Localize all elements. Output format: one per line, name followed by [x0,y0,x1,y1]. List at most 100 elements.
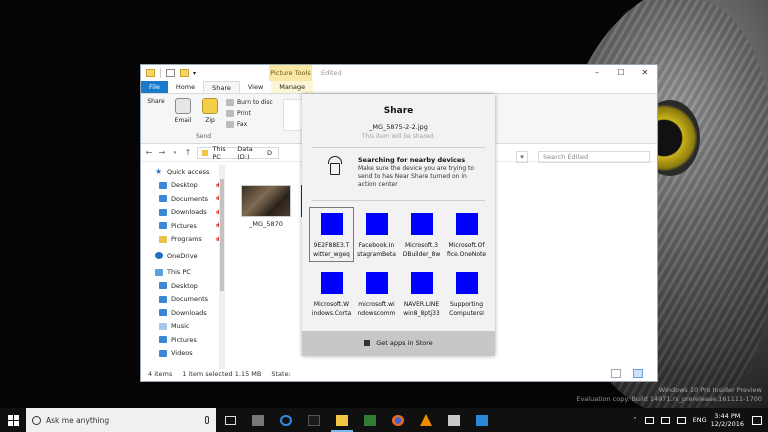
taskbar-app-4[interactable] [440,408,468,432]
printer-icon [226,110,234,117]
email-button[interactable]: Email [171,94,195,143]
documents-folder-icon [159,195,167,203]
nav-item-pc-documents[interactable]: Documents [141,293,227,307]
microphone-icon[interactable] [205,416,209,424]
edge-button[interactable] [272,408,300,432]
near-share-section[interactable]: Searching for nearby devices Make sure t… [328,156,495,188]
send-small-buttons: Burn to disc Print Fax [226,94,273,143]
nav-item-pictures[interactable]: Pictures📌 [141,219,227,233]
address-dropdown-button[interactable]: ▾ [516,151,528,163]
forward-arrow-icon[interactable]: → [157,148,167,157]
file-name-label: _MG_5870 [249,220,283,228]
tab-file[interactable]: File [141,81,168,93]
up-arrow-icon[interactable]: ↑ [183,148,193,157]
share-app-3dbuilder[interactable]: Microsoft.3 DBuilder_8w [399,207,444,262]
share-app-supporting-computers[interactable]: Supporting ComputersI [444,266,489,321]
fax-button[interactable]: Fax [226,119,273,130]
music-icon [159,322,167,330]
back-arrow-icon[interactable]: ← [144,148,154,157]
quick-access-dropdown-icon[interactable]: ▾ [193,70,196,77]
breadcrumb-d[interactable]: D [267,149,272,157]
nav-item-pc-desktop[interactable]: Desktop [141,279,227,293]
burn-to-disc-button[interactable]: Burn to disc [226,97,273,108]
language-indicator[interactable]: ENG [693,416,707,424]
tab-view[interactable]: View [240,81,271,93]
file-explorer-button[interactable] [328,408,356,432]
clock[interactable]: 3:44 PM 12/2/2016 [711,412,744,428]
vlc-button[interactable] [412,408,440,432]
start-button[interactable] [0,408,26,432]
folder-icon[interactable] [146,69,155,77]
zip-icon [202,98,218,114]
tab-home[interactable]: Home [168,81,203,93]
address-bar[interactable]: This PC Data (D:) D [197,145,279,161]
file-item[interactable]: _MG_5870 [241,185,291,228]
tab-manage[interactable]: Manage [271,81,314,93]
network-icon[interactable] [660,416,670,424]
tab-share[interactable]: Share [203,81,240,93]
share-app-windowscomm[interactable]: microsoft.wi ndowscomm [354,266,399,321]
large-icons-view-icon[interactable] [633,369,643,378]
nav-item-label: Videos [171,349,193,358]
clock-time: 3:44 PM [714,412,741,420]
task-view-button[interactable] [216,408,244,432]
taskbar-app-2[interactable] [300,408,328,432]
share-app-cortana[interactable]: Microsoft.W indows.Corta [309,266,354,321]
cortana-search-box[interactable]: Ask me anything [26,408,216,432]
nav-item-desktop[interactable]: Desktop📌 [141,179,227,193]
taskbar-app-3[interactable] [356,408,384,432]
action-center-icon[interactable] [752,415,762,425]
print-button[interactable]: Print [226,108,273,119]
pictures-folder-icon [159,336,167,344]
minimize-button[interactable]: – [585,65,609,81]
scrollbar-thumb[interactable] [220,179,224,291]
nav-item-pc-downloads[interactable]: Downloads [141,306,227,320]
share-app-line[interactable]: NAVER.LINE win8_8ptj33 [399,266,444,321]
chevron-up-icon[interactable]: ˄ [633,416,636,424]
nav-item-downloads[interactable]: Downloads📌 [141,206,227,220]
shared-file-name: _MG_5875-2-2.jpg [369,123,428,131]
nav-item-label: Programs [171,235,202,244]
image-thumbnail [241,185,291,217]
details-view-icon[interactable] [611,369,621,378]
get-apps-label: Get apps in Store [376,339,433,347]
nearby-description: Make sure the device you are trying to s… [358,165,475,188]
breadcrumb-this-pc[interactable]: This PC [212,145,231,161]
firefox-button[interactable] [384,408,412,432]
app-name: NAVER.LINE win8_8ptj33 [403,301,440,318]
taskbar-app-1[interactable] [244,408,272,432]
share-button[interactable]: Share [144,94,459,204]
nav-item-music[interactable]: Music [141,320,227,334]
share-app-onenote[interactable]: Microsoft.Of fice.OneNote [444,207,489,262]
get-apps-in-store-button[interactable]: Get apps in Store [302,331,495,356]
breadcrumb-data-d[interactable]: Data (D:) [237,145,261,161]
share-app-twitter[interactable]: 9E2F88E3.T witter_wgeq [309,207,354,263]
nav-item-quick-access[interactable]: ★ Quick access [141,165,227,179]
share-title: Share [383,106,414,116]
nav-item-pc-pictures[interactable]: Pictures [141,333,227,347]
firefox-icon [392,414,404,426]
new-folder-icon[interactable] [180,69,189,77]
quick-access-separator [160,68,161,78]
maximize-button[interactable]: ☐ [609,65,633,81]
nav-item-this-pc[interactable]: This PC [141,266,227,280]
navigation-scrollbar[interactable] [219,165,225,369]
nav-item-onedrive[interactable]: OneDrive [141,249,227,263]
cortana-icon [32,415,41,425]
status-bar: 4 items 1 item selected 1.15 MB State: [141,367,657,381]
nav-item-documents[interactable]: Documents📌 [141,192,227,206]
navigation-pane: ★ Quick access Desktop📌 Documents📌 Downlo… [141,165,227,369]
taskbar-app-5[interactable] [468,408,496,432]
search-input[interactable]: Search Edited [538,151,650,163]
recent-locations-icon[interactable]: ▾ [170,150,180,156]
nav-item-programs[interactable]: Programs📌 [141,233,227,247]
send-group-label: Send [196,133,212,140]
properties-icon[interactable] [166,69,175,77]
close-button[interactable]: ✕ [633,65,657,81]
nav-item-videos[interactable]: Videos [141,347,227,361]
share-app-instagram[interactable]: Facebook.In stagramBeta [354,207,399,262]
selection-info: 1 item selected 1.15 MB [182,370,262,378]
battery-icon[interactable] [644,416,654,424]
app-name: Microsoft.W indows.Corta [311,301,352,318]
volume-icon[interactable] [676,416,686,424]
